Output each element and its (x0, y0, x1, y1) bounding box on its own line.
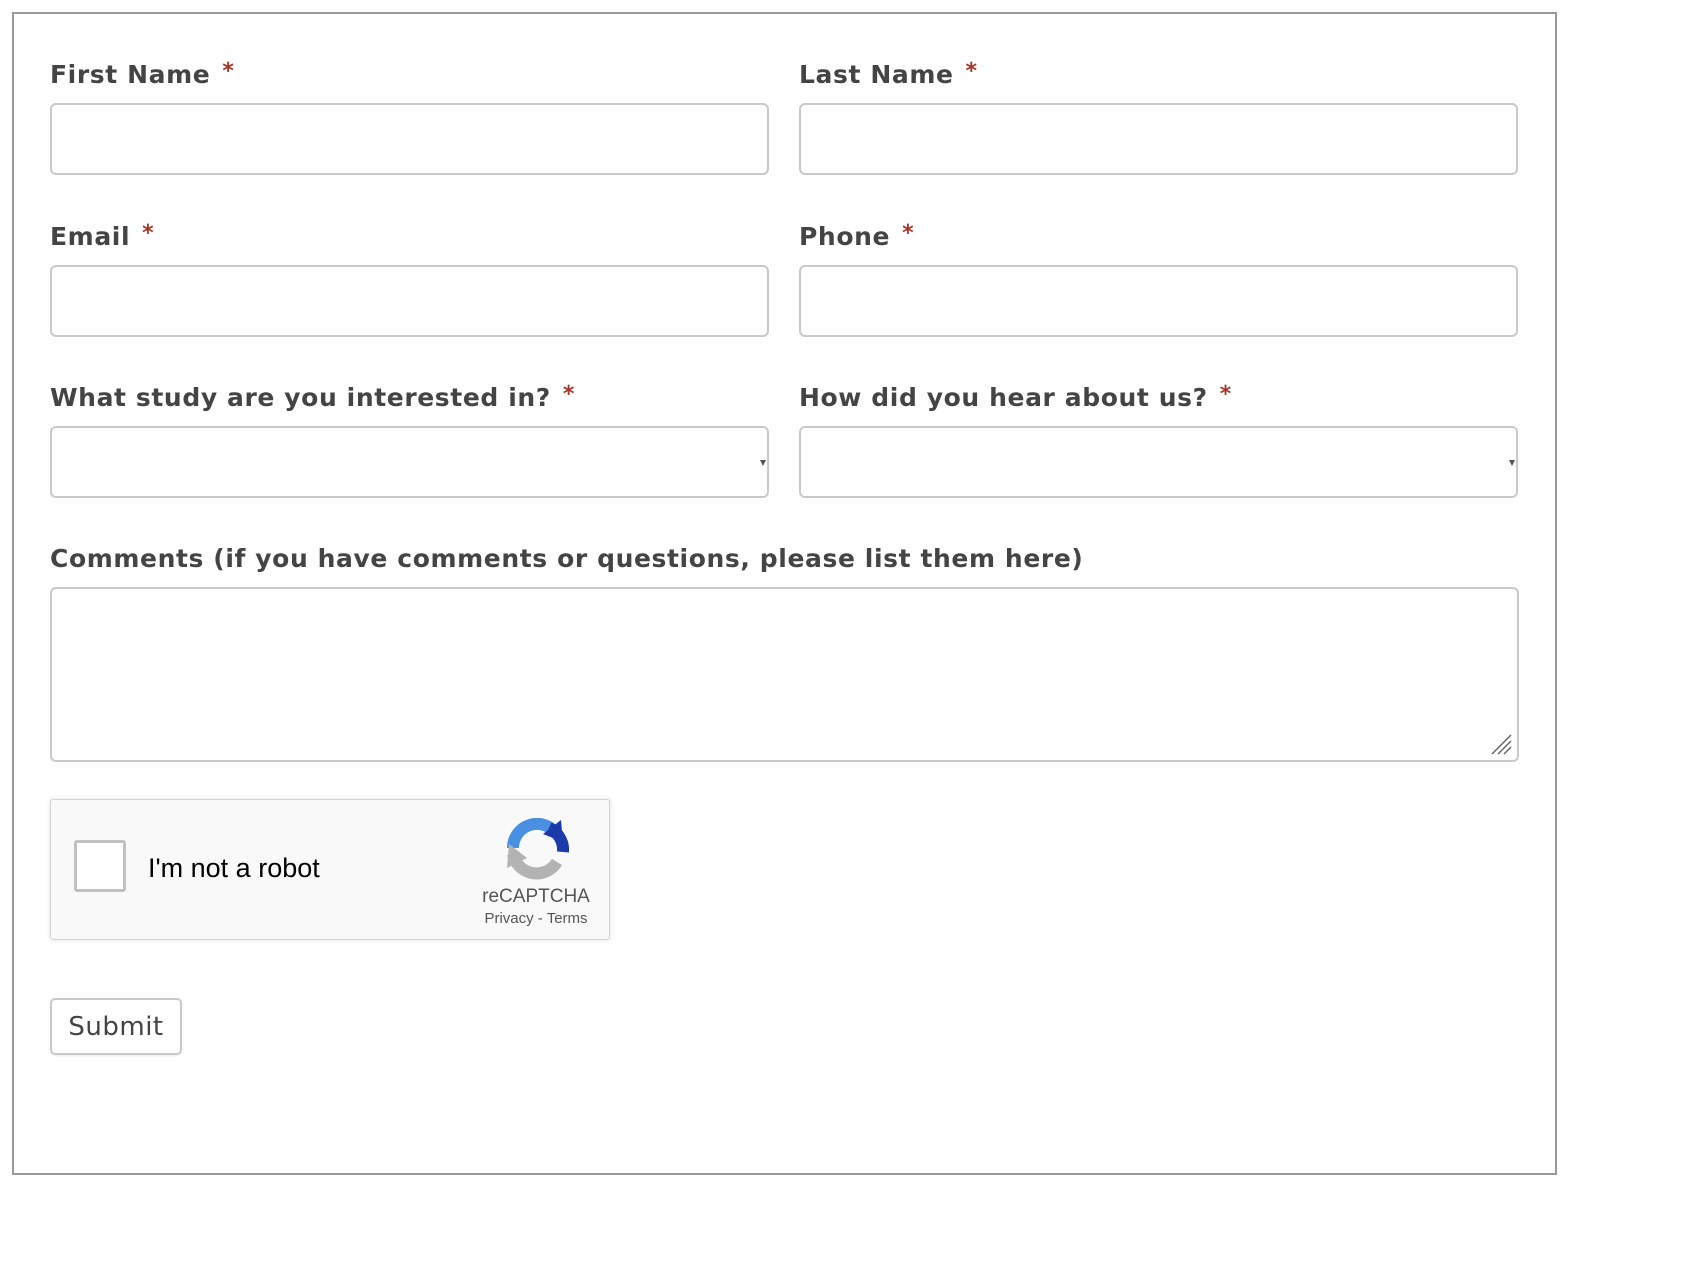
first-name-field: First Name * (50, 59, 769, 176)
first-name-label: First Name * (50, 59, 769, 90)
phone-field: Phone * (799, 221, 1518, 338)
first-name-label-text: First Name (50, 60, 211, 89)
email-label-text: Email (50, 222, 131, 251)
required-asterisk: * (1219, 382, 1232, 407)
last-name-label: Last Name * (799, 59, 1518, 90)
required-asterisk: * (222, 59, 235, 84)
heard-about-label-text: How did you hear about us? (799, 383, 1208, 412)
resize-grip-icon[interactable] (1490, 733, 1512, 755)
heard-about-select[interactable] (799, 426, 1518, 498)
study-label: What study are you interested in? * (50, 382, 769, 413)
recaptcha-links: Privacy - Terms (461, 910, 611, 928)
study-select[interactable] (50, 426, 769, 498)
comments-label: Comments (if you have comments or questi… (50, 544, 1084, 573)
dropdown-caret-icon (1509, 460, 1515, 466)
required-asterisk: * (902, 221, 915, 246)
recaptcha-link-separator: - (537, 910, 543, 927)
email-input[interactable] (50, 265, 769, 337)
email-label: Email * (50, 221, 769, 252)
last-name-field: Last Name * (799, 59, 1518, 176)
recaptcha-privacy-link[interactable]: Privacy (484, 910, 533, 927)
recaptcha-checkbox[interactable] (74, 840, 126, 892)
required-asterisk: * (965, 59, 978, 84)
dropdown-caret-icon (760, 460, 766, 466)
required-asterisk: * (142, 221, 155, 246)
last-name-input[interactable] (799, 103, 1518, 175)
heard-about-field: How did you hear about us? * (799, 382, 1518, 499)
phone-label: Phone * (799, 221, 1518, 252)
phone-input[interactable] (799, 265, 1518, 337)
recaptcha-checkbox-label: I'm not a robot (148, 853, 320, 883)
recaptcha-terms-link[interactable]: Terms (547, 910, 588, 927)
email-field: Email * (50, 221, 769, 338)
recaptcha-widget: I'm not a robot reCAPTCHA Privacy - Term… (50, 799, 610, 940)
heard-about-label: How did you hear about us? * (799, 382, 1518, 413)
comments-textarea[interactable] (50, 587, 1519, 762)
recaptcha-logo-icon (506, 818, 569, 880)
last-name-label-text: Last Name (799, 60, 954, 89)
phone-label-text: Phone (799, 222, 891, 251)
study-label-text: What study are you interested in? (50, 383, 551, 412)
recaptcha-brand: reCAPTCHA (482, 886, 590, 907)
required-asterisk: * (562, 382, 575, 407)
first-name-input[interactable] (50, 103, 769, 175)
study-field: What study are you interested in? * (50, 382, 769, 499)
submit-button[interactable]: Submit (50, 998, 182, 1055)
